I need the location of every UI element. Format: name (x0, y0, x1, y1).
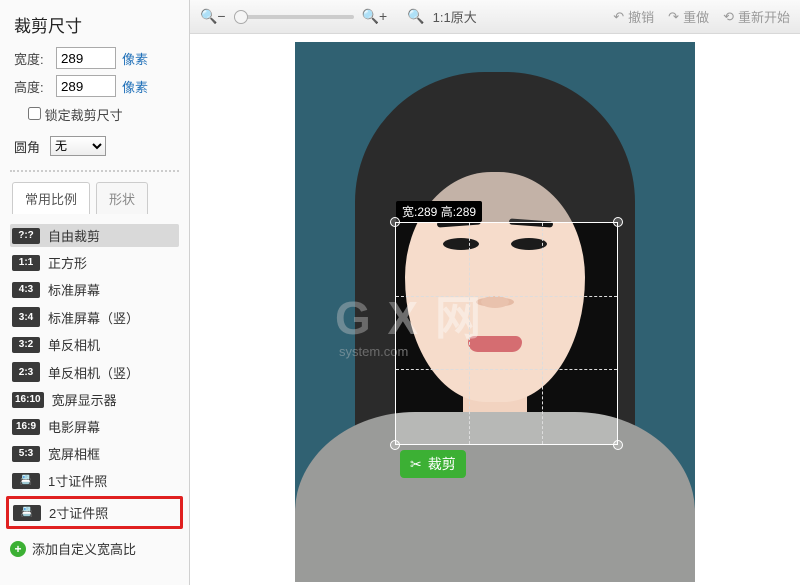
ratio-free[interactable]: ?:? 自由裁剪 (10, 224, 179, 247)
main-area: 🔍− 🔍+ 🔍 1:1原大 ↶ 撤销 ↷ 重做 ⟲ 重新开始 (190, 0, 800, 585)
ratio-label: 1寸证件照 (48, 471, 107, 490)
ratio-square[interactable]: 1:1 正方形 (10, 251, 179, 274)
id-photo-icon: 📇 (13, 505, 41, 521)
ratio-label: 单反相机 (48, 335, 100, 354)
ratio-4-3[interactable]: 4:3 标准屏幕 (10, 278, 179, 301)
ratio-5-3[interactable]: 5:3 宽屏相框 (10, 442, 179, 465)
crop-mask (295, 42, 695, 222)
sidebar: 裁剪尺寸 宽度: 像素 高度: 像素 锁定裁剪尺寸 圆角 无 常用比例 形状 ?… (0, 0, 190, 585)
lock-checkbox[interactable] (28, 107, 41, 120)
add-custom-ratio[interactable]: + 添加自定义宽高比 (10, 539, 179, 558)
tab-common-ratio[interactable]: 常用比例 (12, 182, 90, 214)
ratio-label: 宽屏相框 (48, 444, 100, 463)
zoom-slider[interactable] (234, 15, 354, 19)
tab-shape[interactable]: 形状 (96, 182, 148, 214)
zoom-actual-icon[interactable]: 🔍 (407, 8, 424, 25)
width-row: 宽度: 像素 (14, 47, 179, 69)
ratio-badge: 16:10 (12, 392, 44, 408)
ratio-badge: ?:? (12, 228, 40, 244)
height-label: 高度: (14, 77, 50, 96)
crop-mask (295, 445, 695, 582)
height-row: 高度: 像素 (14, 75, 179, 97)
ratio-label: 2寸证件照 (49, 503, 108, 522)
zoom-label[interactable]: 1:1原大 (433, 7, 477, 26)
ratio-badge: 5:3 (12, 446, 40, 462)
crop-handle-tl[interactable] (390, 217, 400, 227)
ratio-badge: 16:9 (12, 419, 40, 435)
ratio-label: 电影屏幕 (48, 417, 100, 436)
ratio-label: 标准屏幕 (48, 280, 100, 299)
restart-icon: ⟲ (723, 9, 734, 25)
crop-mask (618, 222, 695, 445)
crop-size-title: 裁剪尺寸 (14, 12, 179, 37)
crop-mask (295, 222, 395, 445)
redo-button[interactable]: ↷ 重做 (668, 7, 709, 26)
ratio-badge: 4:3 (12, 282, 40, 298)
canvas[interactable]: G X 网 system.com 宽:289 高:289 ✂ (190, 34, 800, 585)
ratio-3-4[interactable]: 3:4 标准屏幕（竖） (10, 305, 179, 329)
zoom-out-icon[interactable]: 🔍− (200, 8, 226, 25)
width-label: 宽度: (14, 49, 50, 68)
crop-handle-tr[interactable] (613, 217, 623, 227)
ratio-2inch-id[interactable]: 📇 2寸证件照 (11, 501, 178, 524)
undo-icon: ↶ (613, 9, 624, 25)
redo-icon: ↷ (668, 9, 679, 25)
ratio-label: 自由裁剪 (48, 226, 100, 245)
highlighted-option: 📇 2寸证件照 (6, 496, 183, 529)
divider (10, 170, 179, 172)
lock-label[interactable]: 锁定裁剪尺寸 (45, 108, 123, 123)
grid-line (396, 296, 617, 297)
grid-line (396, 369, 617, 370)
ratio-label: 标准屏幕（竖） (48, 308, 139, 327)
grid-line (542, 223, 543, 444)
ratio-list: ?:? 自由裁剪 1:1 正方形 4:3 标准屏幕 3:4 标准屏幕（竖） 3:… (10, 224, 179, 558)
id-photo-icon: 📇 (12, 473, 40, 489)
ratio-16-10[interactable]: 16:10 宽屏显示器 (10, 388, 179, 411)
round-select[interactable]: 无 (50, 136, 106, 156)
ratio-label: 单反相机（竖） (48, 363, 139, 382)
ratio-3-2[interactable]: 3:2 单反相机 (10, 333, 179, 356)
ratio-1inch-id[interactable]: 📇 1寸证件照 (10, 469, 179, 492)
crop-button[interactable]: ✂ 裁剪 (400, 450, 466, 478)
ratio-16-9[interactable]: 16:9 电影屏幕 (10, 415, 179, 438)
crop-handle-bl[interactable] (390, 440, 400, 450)
ratio-badge: 2:3 (12, 362, 40, 382)
round-label: 圆角 (14, 137, 40, 156)
lock-row: 锁定裁剪尺寸 (28, 105, 179, 124)
add-custom-label: 添加自定义宽高比 (32, 539, 136, 558)
ratio-badge: 3:4 (12, 307, 40, 327)
crop-box[interactable]: 宽:289 高:289 ✂ 裁剪 (395, 222, 618, 445)
photo-preview: G X 网 system.com 宽:289 高:289 ✂ (295, 42, 695, 582)
zoom-slider-thumb[interactable] (234, 10, 248, 24)
height-input[interactable] (56, 75, 116, 97)
ratio-badge: 1:1 (12, 255, 40, 271)
ratio-label: 宽屏显示器 (52, 390, 117, 409)
height-unit[interactable]: 像素 (122, 77, 148, 96)
width-unit[interactable]: 像素 (122, 49, 148, 68)
round-corner-row: 圆角 无 (14, 136, 179, 156)
ratio-2-3[interactable]: 2:3 单反相机（竖） (10, 360, 179, 384)
undo-button[interactable]: ↶ 撤销 (613, 7, 654, 26)
crop-handle-br[interactable] (613, 440, 623, 450)
toolbar: 🔍− 🔍+ 🔍 1:1原大 ↶ 撤销 ↷ 重做 ⟲ 重新开始 (190, 0, 800, 34)
scissor-icon: ✂ (410, 456, 422, 473)
crop-dimensions-label: 宽:289 高:289 (396, 201, 482, 222)
ratio-tabs: 常用比例 形状 (12, 182, 179, 214)
grid-line (469, 223, 470, 444)
plus-icon: + (10, 541, 26, 557)
ratio-badge: 3:2 (12, 337, 40, 353)
ratio-label: 正方形 (48, 253, 87, 272)
width-input[interactable] (56, 47, 116, 69)
zoom-in-icon[interactable]: 🔍+ (362, 8, 388, 25)
restart-button[interactable]: ⟲ 重新开始 (723, 7, 790, 26)
